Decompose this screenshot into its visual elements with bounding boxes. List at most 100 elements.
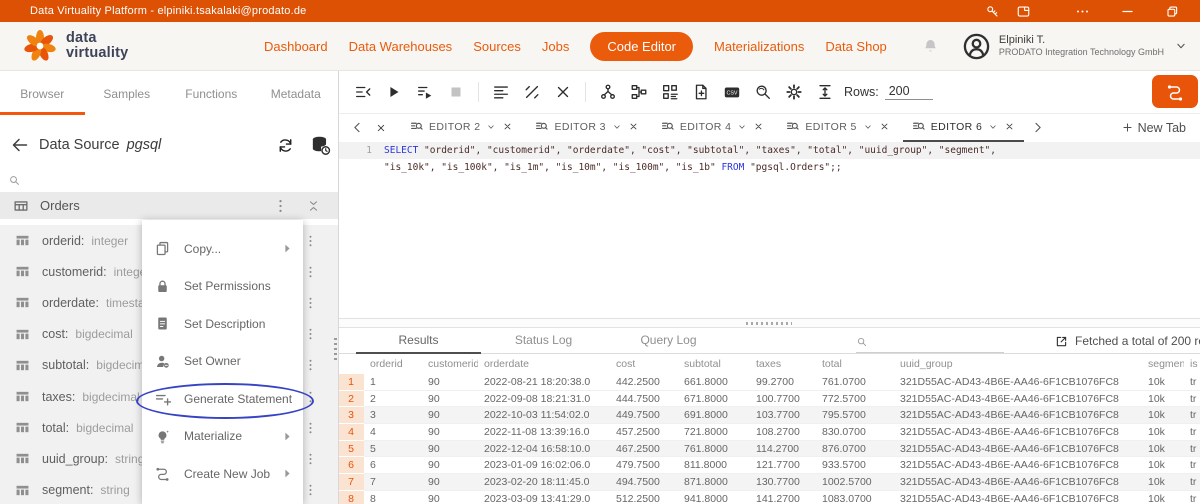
key-icon[interactable] [985,4,1000,19]
nav-item-code-editor[interactable]: Code Editor [590,32,693,61]
results-header-segment[interactable]: segment [1142,354,1184,374]
pane-splitter-grip[interactable] [334,338,337,360]
editor-tab-editor-5[interactable]: EDITOR 5 [777,113,898,142]
toolbar-format-off-button[interactable] [523,83,541,101]
more-options-icon[interactable] [1075,4,1090,19]
close-icon[interactable] [1004,121,1015,132]
tab-scroll-left-icon[interactable] [350,120,365,135]
nav-item-sources[interactable]: Sources [473,39,521,54]
kebab-menu-icon[interactable] [304,418,317,438]
nav-item-data-warehouses[interactable]: Data Warehouses [349,39,453,54]
toolbar-new-file-button[interactable] [692,83,710,101]
sidebar-tab-functions[interactable]: Functions [169,76,254,115]
results-header-orderid[interactable]: orderid [364,354,422,374]
results-search-input[interactable] [872,335,1004,349]
close-icon[interactable] [375,122,387,134]
chevron-down-icon[interactable] [612,122,622,132]
close-icon[interactable] [628,121,639,132]
results-header-orderdate[interactable]: orderdate [478,354,610,374]
toolbar-collapse-lines-button[interactable] [354,83,372,101]
toolbar-settings-button[interactable] [785,83,803,101]
results-tab-query-log[interactable]: Query Log [606,328,731,354]
tab-scroll-right-icon[interactable] [1030,120,1045,135]
nav-item-data-shop[interactable]: Data Shop [825,39,886,54]
menu-item-set-description[interactable]: Set Description [142,305,303,343]
toolbar-lineage-button[interactable] [630,83,648,101]
kebab-menu-icon[interactable] [304,449,317,469]
toolbar-run-button[interactable] [385,83,403,101]
nav-item-materializations[interactable]: Materializations [714,39,804,54]
close-icon[interactable] [502,121,513,132]
logo[interactable]: data virtuality [22,28,128,64]
results-tab-status-log[interactable]: Status Log [481,328,606,354]
results-tab-results[interactable]: Results [356,328,481,354]
toolbar-execution-plan-button[interactable] [661,83,679,101]
menu-item-set-owner[interactable]: Set Owner [142,343,303,381]
refresh-icon[interactable] [276,136,295,155]
table-row[interactable]: 11902022-08-21 18:20:38.0442.2500661.800… [338,374,1200,390]
nav-item-jobs[interactable]: Jobs [542,39,569,54]
menu-item-set-permissions[interactable]: Set Permissions [142,268,303,306]
chevron-down-icon[interactable] [1174,39,1188,53]
kebab-menu-icon[interactable] [304,480,317,500]
sidebar-tab-samples[interactable]: Samples [85,76,170,115]
user-menu[interactable]: Elpiniki T. PRODATO Integration Technolo… [999,34,1164,59]
toolbar-stop-button[interactable] [447,83,465,101]
sidebar-search-input[interactable] [25,172,144,188]
menu-item-generate-statement[interactable]: Generate Statement [142,380,303,418]
sidebar-tab-browser[interactable]: Browser [0,76,85,115]
editor-tab-editor-4[interactable]: EDITOR 4 [652,113,773,142]
collapse-icon[interactable] [306,196,321,216]
kebab-menu-icon[interactable] [304,387,317,407]
menu-item-materialize[interactable]: Materialize [142,418,303,456]
menu-item-copy[interactable]: Copy... [142,230,303,268]
results-header-subtotal[interactable]: subtotal [678,354,750,374]
restore-window-button[interactable] [1165,4,1180,19]
user-avatar-icon[interactable] [962,32,991,61]
kebab-menu-icon[interactable] [304,293,317,313]
chevron-down-icon[interactable] [486,122,496,132]
sql-editor[interactable]: 1SELECT "orderid", "customerid", "orderd… [338,142,1200,318]
table-row[interactable]: 44902022-11-08 13:39:16.0457.2500721.800… [338,424,1200,441]
sidebar-tab-metadata[interactable]: Metadata [254,76,339,115]
table-row[interactable]: 55902022-12-04 16:58:10.0467.2500761.800… [338,440,1200,457]
toolbar-search-refresh-button[interactable] [754,83,772,101]
toolbar-row-limit-button[interactable] [816,83,834,101]
chevron-down-icon[interactable] [988,122,998,132]
results-header-customerid[interactable]: customerid [422,354,478,374]
toolbar-clear-button[interactable] [554,83,572,101]
notifications-bell-icon[interactable] [921,37,940,56]
kebab-menu-icon[interactable] [304,262,317,282]
table-row[interactable]: 88902023-03-09 13:41:29.0512.2500941.800… [338,490,1200,504]
results-header-is[interactable]: is [1184,354,1200,374]
kebab-menu-icon[interactable] [304,231,317,251]
kebab-menu-icon[interactable] [304,324,317,344]
results-header-taxes[interactable]: taxes [750,354,816,374]
menu-item-create-new-job[interactable]: Create New Job [142,455,303,493]
toolbar-dependency-tree-button[interactable] [599,83,617,101]
results-header-uuid-group[interactable]: uuid_group [894,354,1142,374]
toolbar-format-button[interactable] [492,83,510,101]
rows-input[interactable] [885,84,933,100]
table-row[interactable]: 66902023-01-09 16:02:06.0479.7500811.800… [338,457,1200,474]
results-header-cost[interactable]: cost [610,354,678,374]
table-row[interactable]: 77902023-02-20 18:11:45.0494.7500871.800… [338,474,1200,491]
create-job-button[interactable] [1152,75,1198,108]
toolbar-run-selection-button[interactable] [416,83,434,101]
editor-tab-editor-2[interactable]: EDITOR 2 [401,113,522,142]
results-splitter[interactable] [338,318,1200,328]
close-icon[interactable] [753,121,764,132]
chevron-down-icon[interactable] [737,122,747,132]
toolbar-export-csv-button[interactable]: CSV [723,83,741,101]
editor-tab-editor-3[interactable]: EDITOR 3 [526,113,647,142]
minimize-button[interactable] [1120,4,1135,19]
table-row[interactable]: 33902022-10-03 11:54:02.0449.7500691.800… [338,407,1200,424]
results-header-total[interactable]: total [816,354,894,374]
table-row[interactable]: 22902022-09-08 18:21:31.0444.7500671.800… [338,390,1200,407]
back-arrow-icon[interactable] [10,135,30,155]
table-node-orders[interactable]: Orders [0,192,338,219]
new-tab-button[interactable]: New Tab [1122,113,1186,142]
nav-item-dashboard[interactable]: Dashboard [264,39,328,54]
kebab-menu-icon[interactable] [304,355,317,375]
database-sync-icon[interactable] [309,134,331,156]
